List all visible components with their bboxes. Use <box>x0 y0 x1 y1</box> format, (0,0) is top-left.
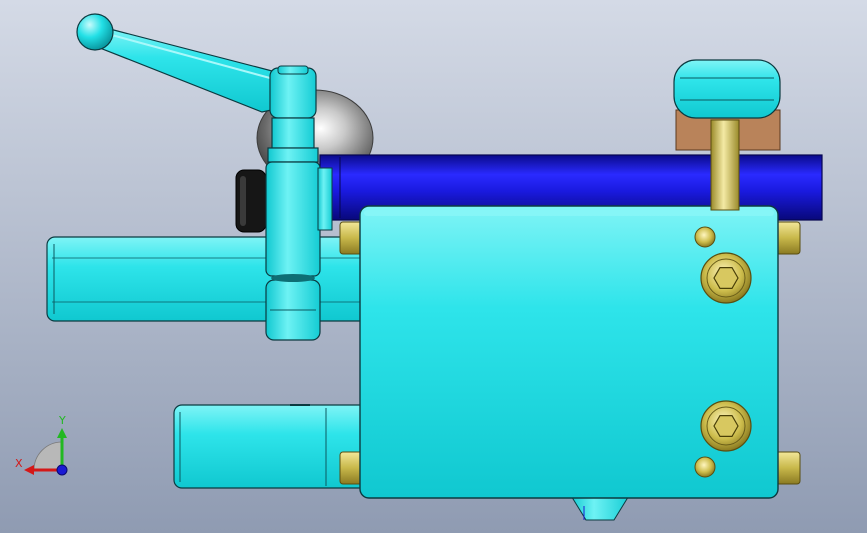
cad-viewport[interactable]: X Y <box>0 0 867 533</box>
triad-z-axis <box>56 464 68 476</box>
black-thumb-knob <box>235 169 267 233</box>
triad-y-label: Y <box>59 414 66 427</box>
upper-left-cylinder <box>46 236 378 322</box>
hex-socket-screw-bottom <box>700 400 752 452</box>
hex-socket-screw-top <box>700 252 752 304</box>
cad-scene[interactable] <box>0 0 867 533</box>
triad-x-label: X <box>15 457 23 470</box>
main-cyan-block <box>359 205 779 499</box>
